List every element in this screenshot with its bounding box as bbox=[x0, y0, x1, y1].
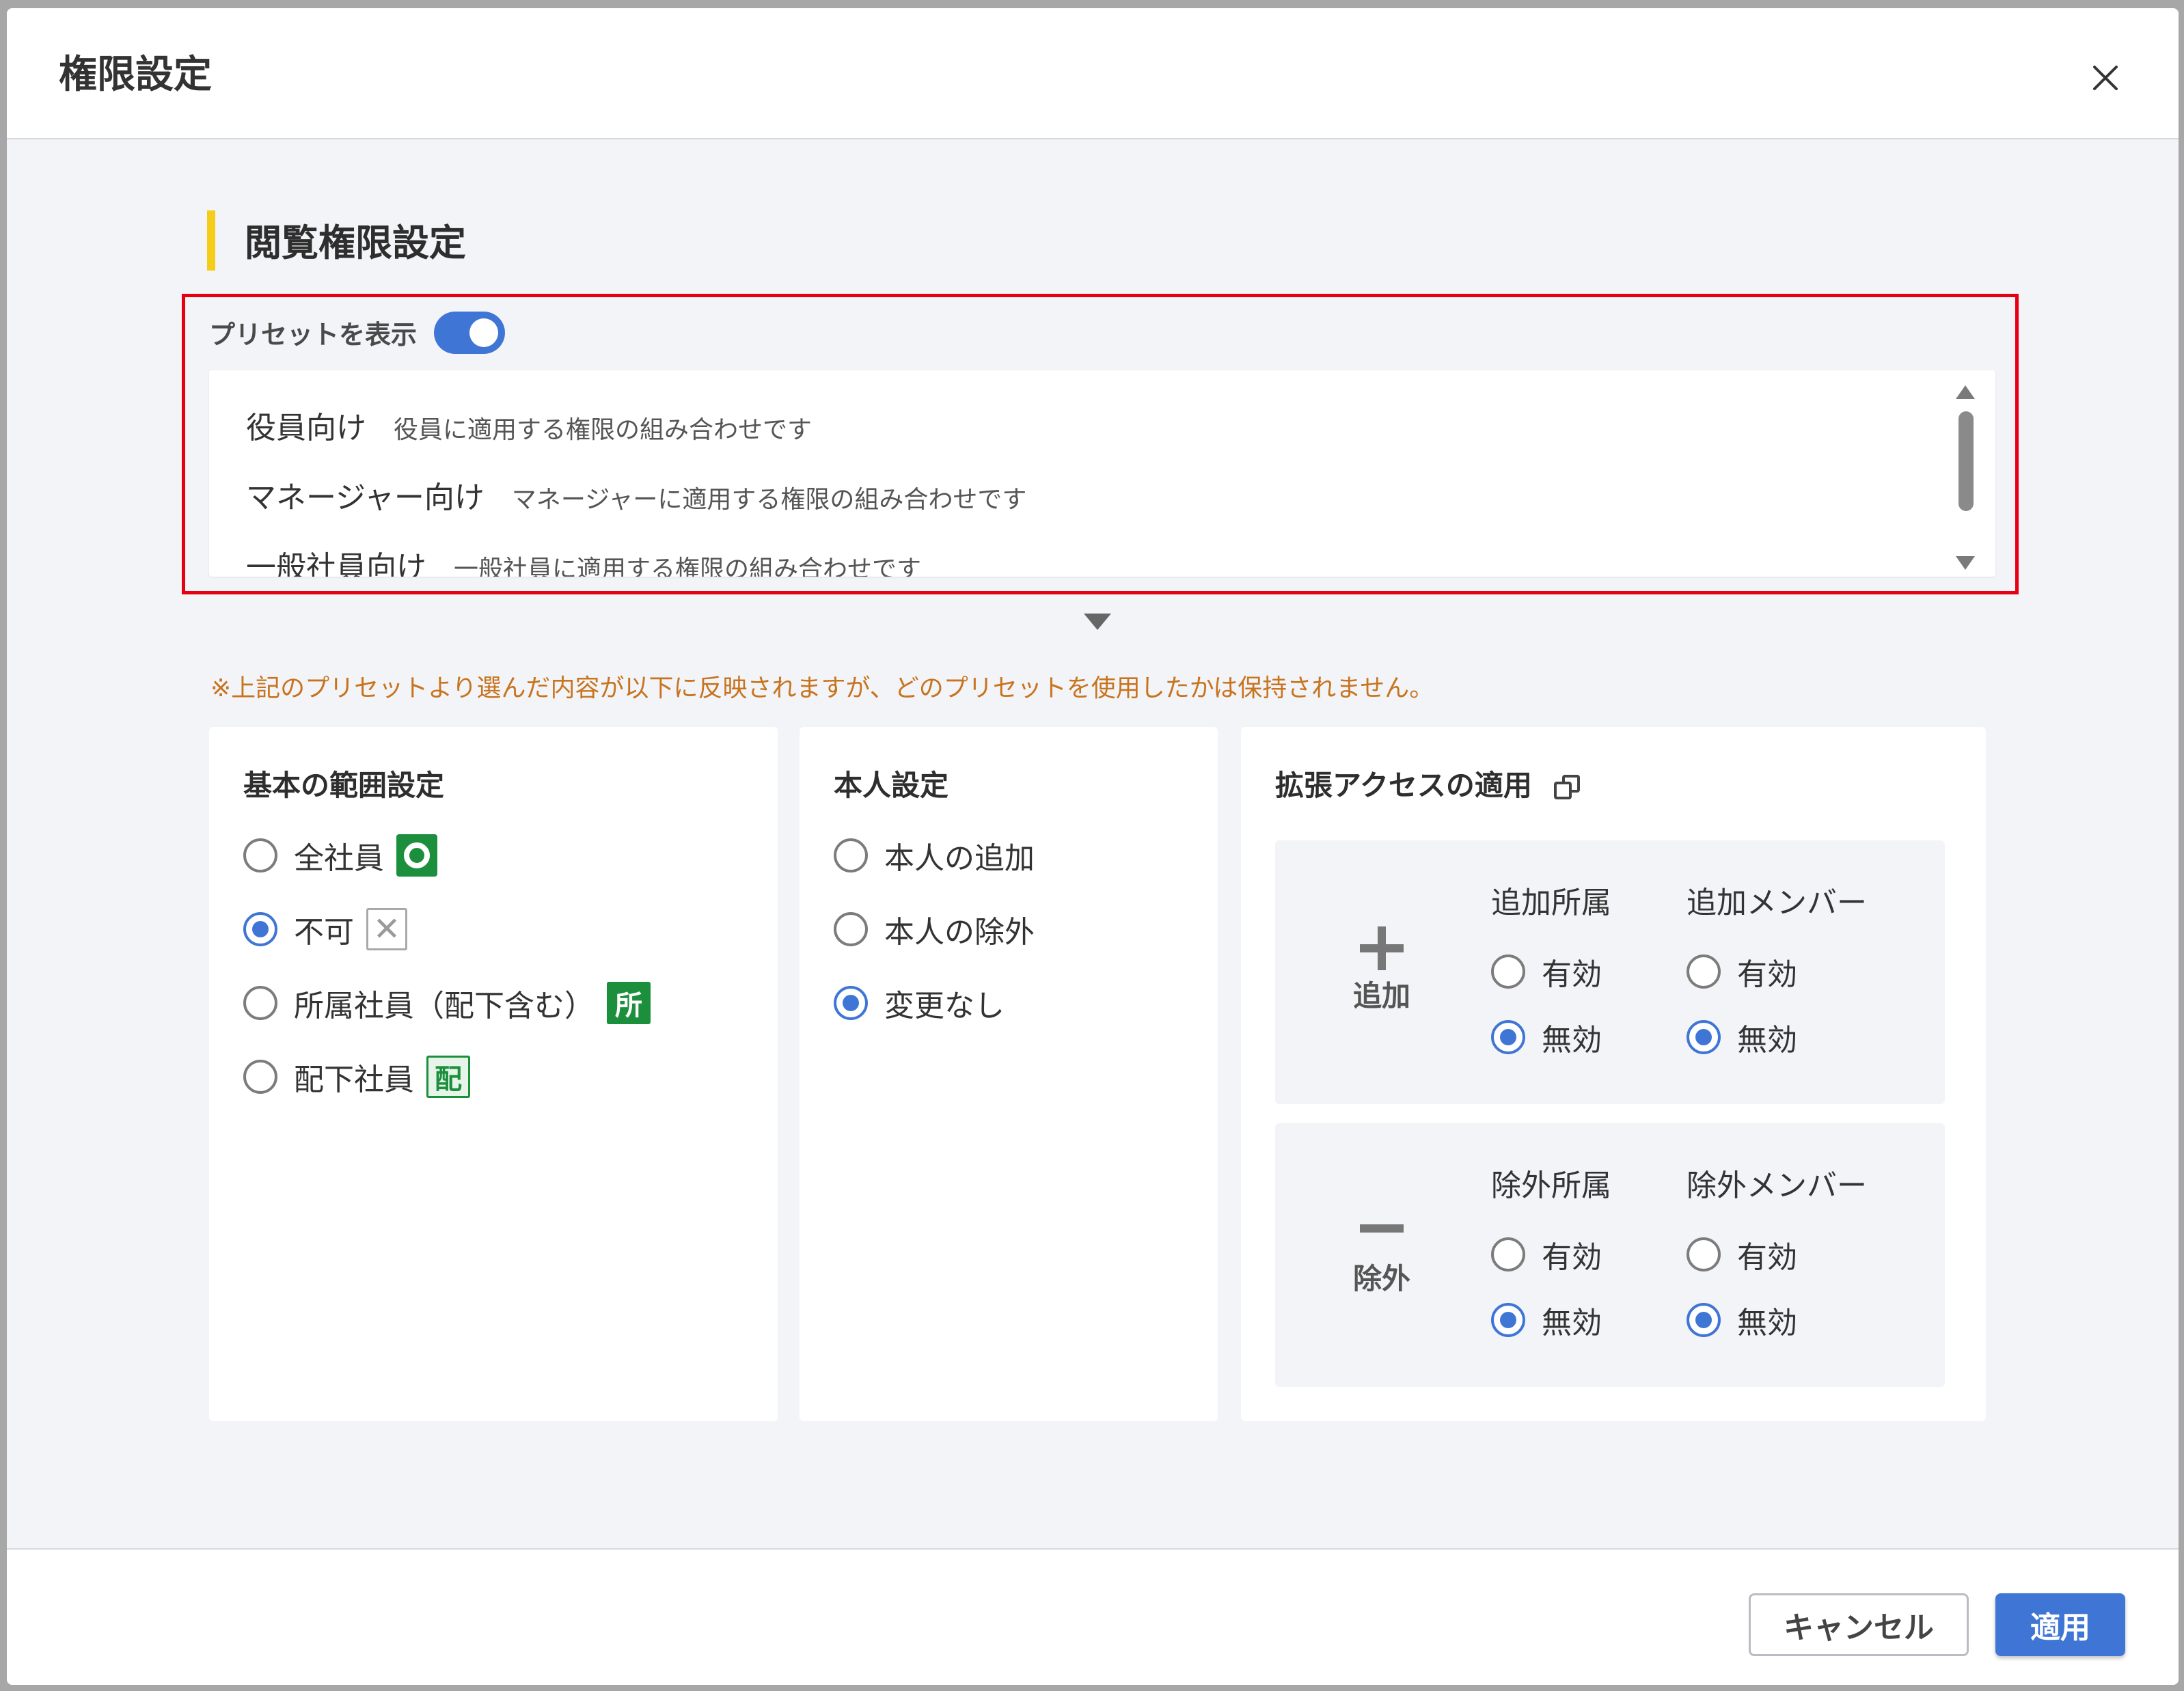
preset-toggle-label: プリセットを表示 bbox=[209, 320, 418, 350]
radio-label: 有効 bbox=[1542, 1240, 1602, 1275]
radio-all-employees[interactable]: 全社員 bbox=[243, 834, 437, 877]
preset-item-desc: 一般社員に適用する権限の組み合わせです bbox=[454, 555, 922, 577]
remove-label: 除外 bbox=[1353, 1262, 1411, 1295]
radio-button[interactable] bbox=[243, 986, 277, 1020]
radio-remove-department-enabled[interactable]: 有効 bbox=[1491, 1233, 1602, 1276]
external-link-icon[interactable] bbox=[1553, 773, 1581, 802]
preset-item-desc: 役員に適用する権限の組み合わせです bbox=[394, 416, 813, 444]
radio-add-member-enabled[interactable]: 有効 bbox=[1687, 950, 1797, 993]
radio-label: 無効 bbox=[1737, 1306, 1797, 1341]
radio-no-change[interactable]: 変更なし bbox=[834, 981, 1005, 1025]
preset-toggle-switch[interactable] bbox=[434, 312, 505, 354]
apply-button[interactable]: 適用 bbox=[1995, 1593, 2125, 1656]
close-icon bbox=[2093, 66, 2118, 90]
radio-remove-department-disabled[interactable]: 無効 bbox=[1491, 1298, 1602, 1342]
radio-add-department-disabled[interactable]: 無効 bbox=[1491, 1015, 1602, 1059]
self-setting-card: 本人設定 本人の追加 本人の除外 変更なし bbox=[800, 727, 1218, 1421]
radio-label: 有効 bbox=[1542, 957, 1602, 992]
radio-button[interactable] bbox=[1687, 1237, 1721, 1271]
plus-icon bbox=[1360, 926, 1404, 970]
radio-department-members[interactable]: 所属社員（配下含む） 所 bbox=[243, 981, 651, 1025]
radio-remove-member-disabled[interactable]: 無効 bbox=[1687, 1298, 1797, 1342]
radio-label: 無効 bbox=[1542, 1023, 1602, 1058]
radio-label: 無効 bbox=[1542, 1306, 1602, 1341]
extended-access-title: 拡張アクセスの適用 bbox=[1275, 764, 1581, 808]
radio-button[interactable] bbox=[834, 838, 868, 872]
radio-button[interactable] bbox=[1491, 1237, 1525, 1271]
subordinate-badge-icon: 配 bbox=[426, 1056, 470, 1098]
preset-item-name: 一般社員向け bbox=[246, 550, 426, 577]
dialog-footer: キャンセル 適用 bbox=[7, 1548, 2179, 1685]
preset-list: 役員向け 役員に適用する権限の組み合わせです マネージャー向け マネージャーに適… bbox=[209, 370, 1995, 577]
permission-dialog: 権限設定 閲覧権限設定 プリセットを表示 役員向け 役員に適用する権限の組み合わ… bbox=[7, 8, 2179, 1685]
extended-access-card: 拡張アクセスの適用 追加 追加所属 有効 無効 追加メンバー 有効 無効 除外 … bbox=[1241, 727, 1986, 1421]
radio-label: 本人の除外 bbox=[884, 915, 1035, 950]
radio-label: 無効 bbox=[1737, 1023, 1797, 1058]
radio-label: 不可 bbox=[294, 915, 354, 950]
add-department-heading: 追加所属 bbox=[1491, 885, 1611, 920]
x-badge-icon: ✕ bbox=[366, 908, 407, 950]
dialog-header: 権限設定 bbox=[7, 8, 2179, 139]
radio-label: 変更なし bbox=[884, 989, 1005, 1023]
radio-button[interactable] bbox=[243, 838, 277, 872]
down-arrow-icon bbox=[1084, 614, 1111, 630]
dialog-title: 権限設定 bbox=[59, 53, 212, 97]
scroll-down-arrow-icon[interactable] bbox=[1956, 556, 1975, 570]
radio-label: 配下社員 bbox=[294, 1062, 414, 1097]
preset-item-name: 役員向け bbox=[246, 411, 366, 445]
scrollbar-thumb[interactable] bbox=[1958, 411, 1974, 511]
radio-label: 全社員 bbox=[294, 841, 384, 876]
radio-label: 有効 bbox=[1737, 957, 1797, 992]
radio-remove-member-enabled[interactable]: 有効 bbox=[1687, 1233, 1797, 1276]
scroll-up-arrow-icon[interactable] bbox=[1956, 385, 1975, 399]
radio-label: 有効 bbox=[1737, 1240, 1797, 1275]
remove-access-panel: 除外 除外所属 有効 無効 除外メンバー 有効 無効 bbox=[1275, 1123, 1945, 1387]
radio-exclude-self[interactable]: 本人の除外 bbox=[834, 907, 1035, 951]
remove-department-heading: 除外所属 bbox=[1491, 1168, 1611, 1203]
radio-button[interactable] bbox=[1687, 1020, 1721, 1054]
minus-icon bbox=[1360, 1224, 1404, 1233]
add-label: 追加 bbox=[1353, 979, 1411, 1013]
radio-add-self[interactable]: 本人の追加 bbox=[834, 834, 1035, 877]
radio-button[interactable] bbox=[1687, 1303, 1721, 1337]
radio-button[interactable] bbox=[834, 986, 868, 1020]
radio-not-allowed[interactable]: 不可 ✕ bbox=[243, 907, 407, 951]
section-accent-bar bbox=[207, 210, 215, 271]
radio-add-department-enabled[interactable]: 有効 bbox=[1491, 950, 1602, 993]
toggle-knob bbox=[469, 318, 498, 347]
preset-item-manager[interactable]: マネージャー向け マネージャーに適用する権限の組み合わせです bbox=[246, 473, 1026, 517]
add-access-panel: 追加 追加所属 有効 無効 追加メンバー 有効 無効 bbox=[1275, 840, 1945, 1104]
close-button[interactable] bbox=[2081, 53, 2130, 102]
preset-item-general[interactable]: 一般社員向け 一般社員に適用する権限の組み合わせです bbox=[246, 542, 921, 577]
extended-access-title-text: 拡張アクセスの適用 bbox=[1275, 769, 1532, 802]
cancel-button[interactable]: キャンセル bbox=[1749, 1593, 1969, 1656]
remove-member-heading: 除外メンバー bbox=[1687, 1168, 1867, 1203]
radio-label: 本人の追加 bbox=[884, 841, 1035, 876]
radio-add-member-disabled[interactable]: 無効 bbox=[1687, 1015, 1797, 1059]
radio-subordinates[interactable]: 配下社員 配 bbox=[243, 1055, 470, 1099]
circle-badge-icon bbox=[396, 834, 437, 877]
add-member-heading: 追加メンバー bbox=[1687, 885, 1867, 920]
radio-button[interactable] bbox=[1491, 1303, 1525, 1337]
department-badge-icon: 所 bbox=[607, 982, 651, 1024]
radio-label: 所属社員（配下含む） bbox=[294, 989, 595, 1023]
radio-button[interactable] bbox=[1491, 954, 1525, 989]
radio-button[interactable] bbox=[1687, 954, 1721, 989]
self-setting-title: 本人設定 bbox=[834, 769, 949, 802]
basic-scope-card: 基本の範囲設定 全社員 不可 ✕ 所属社員（配下含む） 所 配下社員 配 bbox=[209, 727, 778, 1421]
preset-notice-text: ※上記のプリセットより選んだ内容が以下に反映されますが、どのプリセットを使用した… bbox=[210, 674, 1434, 702]
preset-item-name: マネージャー向け bbox=[246, 480, 484, 515]
radio-button[interactable] bbox=[1491, 1020, 1525, 1054]
radio-button[interactable] bbox=[243, 1060, 277, 1094]
preset-item-executive[interactable]: 役員向け 役員に適用する権限の組み合わせです bbox=[246, 403, 812, 447]
section-title: 閲覧権限設定 bbox=[245, 221, 466, 264]
preset-item-desc: マネージャーに適用する権限の組み合わせです bbox=[511, 486, 1027, 514]
radio-button[interactable] bbox=[243, 912, 277, 946]
radio-button[interactable] bbox=[834, 912, 868, 946]
basic-scope-title: 基本の範囲設定 bbox=[243, 769, 445, 802]
